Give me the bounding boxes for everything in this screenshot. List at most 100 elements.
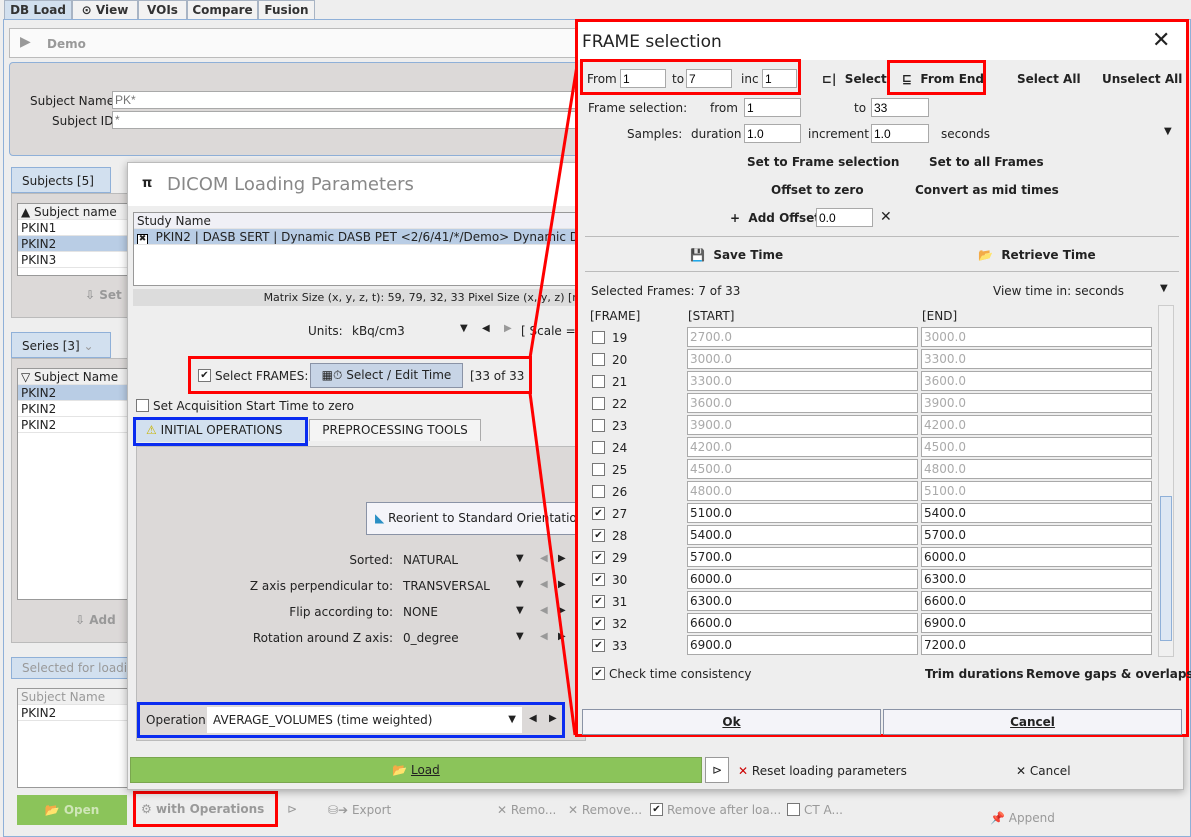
frame-checkbox[interactable]: ✔ — [592, 573, 605, 586]
end-cell[interactable]: 4800.0 — [921, 459, 1152, 479]
set-all-frames-button[interactable]: Set to all Frames — [929, 155, 1044, 169]
frame-checkbox[interactable] — [592, 485, 605, 498]
save-time-button[interactable]: 💾 Save Time — [690, 248, 783, 262]
start-cell[interactable]: 6000.0 — [687, 569, 918, 589]
unit-dropdown[interactable]: seconds — [941, 127, 990, 141]
frame-checkbox[interactable]: ✔ — [592, 617, 605, 630]
table-scrollbar[interactable] — [1158, 305, 1174, 657]
remove-gaps-button[interactable]: Remove gaps & overlaps — [1026, 667, 1191, 681]
save-icon: 💾 — [690, 248, 705, 262]
column-header-start: [START] — [688, 309, 735, 323]
fs-to-label: to — [854, 101, 867, 115]
end-cell[interactable]: 4500.0 — [921, 437, 1152, 457]
end-cell[interactable]: 6900.0 — [921, 613, 1152, 633]
start-cell[interactable]: 5100.0 — [687, 503, 918, 523]
frame-checkbox[interactable]: ✔ — [592, 551, 605, 564]
mid-times-button[interactable]: Convert as mid times — [915, 183, 1059, 197]
highlight-from-end — [887, 60, 986, 95]
set-frame-selection-button[interactable]: Set to Frame selection — [747, 155, 899, 169]
frame-checkbox[interactable] — [592, 397, 605, 410]
frame-number: 26 — [612, 485, 628, 499]
frame-checkbox[interactable] — [592, 463, 605, 476]
view-time-dropdown[interactable]: seconds — [1075, 284, 1124, 298]
frame-number: 30 — [612, 573, 628, 587]
end-cell[interactable]: 5100.0 — [921, 481, 1152, 501]
ok-button[interactable]: Ok — [582, 709, 881, 735]
frame-number: 19 — [612, 331, 628, 345]
unselect-all-button[interactable]: Unselect All — [1102, 72, 1182, 86]
select-icon: ⊏| — [822, 72, 837, 86]
select-all-button[interactable]: Select All — [1017, 72, 1081, 86]
end-cell[interactable]: 6300.0 — [921, 569, 1152, 589]
frame-number: 31 — [612, 595, 628, 609]
frame-checkbox[interactable] — [592, 375, 605, 388]
select-button[interactable]: ⊏| Select — [822, 72, 887, 86]
frame-number: 22 — [612, 397, 628, 411]
retrieve-time-label: Retrieve Time — [1001, 248, 1096, 262]
folder-open-icon: 📂 — [978, 248, 993, 262]
end-cell[interactable]: 3900.0 — [921, 393, 1152, 413]
offset-zero-button[interactable]: Offset to zero — [771, 183, 864, 197]
scrollbar-thumb[interactable] — [1160, 496, 1172, 641]
duration-label: duration — [691, 127, 742, 141]
start-cell[interactable]: 4200.0 — [687, 437, 918, 457]
start-cell[interactable]: 3600.0 — [687, 393, 918, 413]
start-cell[interactable]: 3300.0 — [687, 371, 918, 391]
close-icon[interactable]: ✕ — [1152, 28, 1170, 53]
frame-checkbox[interactable] — [592, 419, 605, 432]
column-header-frame: [FRAME] — [590, 309, 641, 323]
frame-checkbox[interactable] — [592, 353, 605, 366]
end-cell[interactable]: 6600.0 — [921, 591, 1152, 611]
offset-input[interactable] — [816, 208, 873, 227]
end-cell[interactable]: 6000.0 — [921, 547, 1152, 567]
frame-checkbox[interactable]: ✔ — [592, 529, 605, 542]
end-cell[interactable]: 3600.0 — [921, 371, 1152, 391]
connector-line-bottom — [528, 392, 577, 736]
start-cell[interactable]: 4800.0 — [687, 481, 918, 501]
start-cell[interactable]: 6600.0 — [687, 613, 918, 633]
cancel-button[interactable]: Cancel — [883, 709, 1182, 735]
frame-checkbox[interactable]: ✔ — [592, 507, 605, 520]
save-time-label: Save Time — [713, 248, 784, 262]
frame-number: 32 — [612, 617, 628, 631]
end-cell[interactable]: 3300.0 — [921, 349, 1152, 369]
frame-checkbox[interactable] — [592, 331, 605, 344]
fs-from-label: from — [710, 101, 738, 115]
frame-number: 21 — [612, 375, 628, 389]
end-cell[interactable]: 5700.0 — [921, 525, 1152, 545]
start-cell[interactable]: 5400.0 — [687, 525, 918, 545]
start-cell[interactable]: 3900.0 — [687, 415, 918, 435]
start-cell[interactable]: 2700.0 — [687, 327, 918, 347]
check-consistency-checkbox[interactable]: ✔ — [592, 667, 605, 680]
clear-offset-icon[interactable]: ✕ — [880, 209, 892, 225]
frame-checkbox[interactable] — [592, 441, 605, 454]
increment-label: increment — [808, 127, 869, 141]
start-cell[interactable]: 6900.0 — [687, 635, 918, 655]
end-cell[interactable]: 3000.0 — [921, 327, 1152, 347]
start-cell[interactable]: 4500.0 — [687, 459, 918, 479]
frame-checkbox[interactable]: ✔ — [592, 595, 605, 608]
start-cell[interactable]: 6300.0 — [687, 591, 918, 611]
plus-icon: + — [730, 211, 741, 225]
start-cell[interactable]: 3000.0 — [687, 349, 918, 369]
duration-input[interactable] — [744, 124, 801, 143]
frame-number: 20 — [612, 353, 628, 367]
start-cell[interactable]: 5700.0 — [687, 547, 918, 567]
end-cell[interactable]: 4200.0 — [921, 415, 1152, 435]
trim-durations-button[interactable]: Trim durations — [925, 667, 1024, 681]
frame-dialog-title: FRAME selection — [582, 32, 722, 52]
frame-checkbox[interactable]: ✔ — [592, 639, 605, 652]
chevron-down-icon[interactable]: ▼ — [1160, 283, 1168, 294]
samples-label: Samples: — [627, 127, 683, 141]
increment-input[interactable] — [871, 124, 929, 143]
fs-to-input[interactable] — [871, 98, 929, 117]
frame-number: 23 — [612, 419, 628, 433]
end-cell[interactable]: 5400.0 — [921, 503, 1152, 523]
add-offset-button[interactable]: + Add Offset — [730, 211, 820, 225]
retrieve-time-button[interactable]: 📂 Retrieve Time — [978, 248, 1096, 262]
divider — [585, 236, 1179, 237]
end-cell[interactable]: 7200.0 — [921, 635, 1152, 655]
chevron-down-icon[interactable]: ▼ — [1164, 126, 1172, 137]
fs-from-input[interactable] — [744, 98, 801, 117]
frame-number: 33 — [612, 639, 628, 653]
